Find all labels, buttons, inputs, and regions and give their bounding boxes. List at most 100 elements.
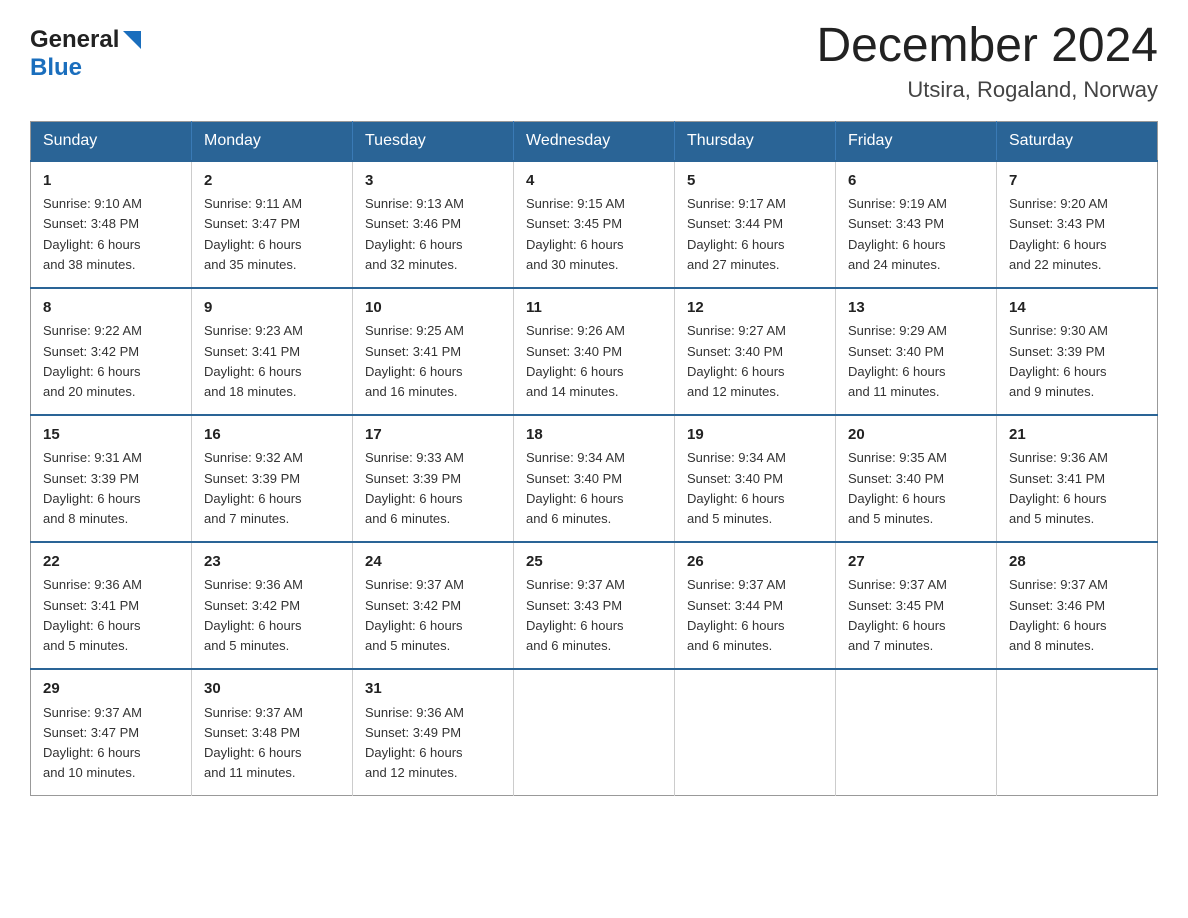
day-number: 1: [43, 170, 179, 193]
calendar-cell: 7Sunrise: 9:20 AMSunset: 3:43 PMDaylight…: [997, 161, 1158, 288]
calendar-header-row: SundayMondayTuesdayWednesdayThursdayFrid…: [31, 121, 1158, 161]
day-info: Sunrise: 9:10 AMSunset: 3:48 PMDaylight:…: [43, 194, 179, 275]
day-info: Sunrise: 9:37 AMSunset: 3:45 PMDaylight:…: [848, 575, 984, 656]
day-number: 25: [526, 551, 662, 574]
day-info: Sunrise: 9:37 AMSunset: 3:46 PMDaylight:…: [1009, 575, 1145, 656]
day-header-wednesday: Wednesday: [514, 121, 675, 161]
day-info: Sunrise: 9:34 AMSunset: 3:40 PMDaylight:…: [687, 448, 823, 529]
day-info: Sunrise: 9:20 AMSunset: 3:43 PMDaylight:…: [1009, 194, 1145, 275]
day-info: Sunrise: 9:25 AMSunset: 3:41 PMDaylight:…: [365, 321, 501, 402]
day-number: 7: [1009, 170, 1145, 193]
calendar-week-row: 29Sunrise: 9:37 AMSunset: 3:47 PMDayligh…: [31, 669, 1158, 796]
day-info: Sunrise: 9:37 AMSunset: 3:42 PMDaylight:…: [365, 575, 501, 656]
calendar-cell: 20Sunrise: 9:35 AMSunset: 3:40 PMDayligh…: [836, 415, 997, 542]
day-header-sunday: Sunday: [31, 121, 192, 161]
day-number: 8: [43, 297, 179, 320]
day-number: 12: [687, 297, 823, 320]
calendar-cell: 12Sunrise: 9:27 AMSunset: 3:40 PMDayligh…: [675, 288, 836, 415]
day-header-monday: Monday: [192, 121, 353, 161]
calendar-cell: 28Sunrise: 9:37 AMSunset: 3:46 PMDayligh…: [997, 542, 1158, 669]
day-info: Sunrise: 9:29 AMSunset: 3:40 PMDaylight:…: [848, 321, 984, 402]
day-number: 15: [43, 424, 179, 447]
day-info: Sunrise: 9:27 AMSunset: 3:40 PMDaylight:…: [687, 321, 823, 402]
day-info: Sunrise: 9:15 AMSunset: 3:45 PMDaylight:…: [526, 194, 662, 275]
day-number: 14: [1009, 297, 1145, 320]
day-number: 6: [848, 170, 984, 193]
day-info: Sunrise: 9:35 AMSunset: 3:40 PMDaylight:…: [848, 448, 984, 529]
day-info: Sunrise: 9:11 AMSunset: 3:47 PMDaylight:…: [204, 194, 340, 275]
day-number: 18: [526, 424, 662, 447]
day-info: Sunrise: 9:36 AMSunset: 3:42 PMDaylight:…: [204, 575, 340, 656]
day-number: 24: [365, 551, 501, 574]
calendar-cell: 4Sunrise: 9:15 AMSunset: 3:45 PMDaylight…: [514, 161, 675, 288]
calendar-cell: 10Sunrise: 9:25 AMSunset: 3:41 PMDayligh…: [353, 288, 514, 415]
day-number: 22: [43, 551, 179, 574]
day-number: 13: [848, 297, 984, 320]
day-number: 19: [687, 424, 823, 447]
calendar-cell: 25Sunrise: 9:37 AMSunset: 3:43 PMDayligh…: [514, 542, 675, 669]
day-info: Sunrise: 9:23 AMSunset: 3:41 PMDaylight:…: [204, 321, 340, 402]
calendar-cell: 21Sunrise: 9:36 AMSunset: 3:41 PMDayligh…: [997, 415, 1158, 542]
day-number: 23: [204, 551, 340, 574]
calendar-cell: [514, 669, 675, 796]
calendar-week-row: 22Sunrise: 9:36 AMSunset: 3:41 PMDayligh…: [31, 542, 1158, 669]
month-title: December 2024: [816, 20, 1158, 73]
calendar-cell: 31Sunrise: 9:36 AMSunset: 3:49 PMDayligh…: [353, 669, 514, 796]
logo: General Blue: [30, 20, 143, 82]
calendar-cell: [675, 669, 836, 796]
day-info: Sunrise: 9:37 AMSunset: 3:48 PMDaylight:…: [204, 703, 340, 784]
calendar-cell: 19Sunrise: 9:34 AMSunset: 3:40 PMDayligh…: [675, 415, 836, 542]
page-header: General Blue December 2024 Utsira, Rogal…: [30, 20, 1158, 103]
day-number: 27: [848, 551, 984, 574]
day-number: 11: [526, 297, 662, 320]
calendar-cell: 27Sunrise: 9:37 AMSunset: 3:45 PMDayligh…: [836, 542, 997, 669]
day-header-thursday: Thursday: [675, 121, 836, 161]
location-title: Utsira, Rogaland, Norway: [816, 77, 1158, 103]
day-number: 5: [687, 170, 823, 193]
calendar-cell: 15Sunrise: 9:31 AMSunset: 3:39 PMDayligh…: [31, 415, 192, 542]
calendar-cell: 8Sunrise: 9:22 AMSunset: 3:42 PMDaylight…: [31, 288, 192, 415]
day-header-saturday: Saturday: [997, 121, 1158, 161]
calendar-cell: 23Sunrise: 9:36 AMSunset: 3:42 PMDayligh…: [192, 542, 353, 669]
day-number: 4: [526, 170, 662, 193]
calendar-week-row: 8Sunrise: 9:22 AMSunset: 3:42 PMDaylight…: [31, 288, 1158, 415]
calendar-cell: 6Sunrise: 9:19 AMSunset: 3:43 PMDaylight…: [836, 161, 997, 288]
calendar-cell: 29Sunrise: 9:37 AMSunset: 3:47 PMDayligh…: [31, 669, 192, 796]
calendar-cell: 14Sunrise: 9:30 AMSunset: 3:39 PMDayligh…: [997, 288, 1158, 415]
day-info: Sunrise: 9:34 AMSunset: 3:40 PMDaylight:…: [526, 448, 662, 529]
day-info: Sunrise: 9:17 AMSunset: 3:44 PMDaylight:…: [687, 194, 823, 275]
calendar-cell: [997, 669, 1158, 796]
logo-blue: Blue: [30, 54, 82, 81]
day-info: Sunrise: 9:37 AMSunset: 3:43 PMDaylight:…: [526, 575, 662, 656]
day-number: 28: [1009, 551, 1145, 574]
day-header-tuesday: Tuesday: [353, 121, 514, 161]
day-info: Sunrise: 9:31 AMSunset: 3:39 PMDaylight:…: [43, 448, 179, 529]
day-info: Sunrise: 9:22 AMSunset: 3:42 PMDaylight:…: [43, 321, 179, 402]
day-number: 31: [365, 678, 501, 701]
calendar-cell: 9Sunrise: 9:23 AMSunset: 3:41 PMDaylight…: [192, 288, 353, 415]
day-info: Sunrise: 9:26 AMSunset: 3:40 PMDaylight:…: [526, 321, 662, 402]
calendar-cell: 17Sunrise: 9:33 AMSunset: 3:39 PMDayligh…: [353, 415, 514, 542]
day-number: 20: [848, 424, 984, 447]
logo-triangle-icon: [121, 29, 143, 51]
day-number: 29: [43, 678, 179, 701]
day-info: Sunrise: 9:37 AMSunset: 3:47 PMDaylight:…: [43, 703, 179, 784]
day-header-friday: Friday: [836, 121, 997, 161]
day-number: 2: [204, 170, 340, 193]
calendar-cell: 24Sunrise: 9:37 AMSunset: 3:42 PMDayligh…: [353, 542, 514, 669]
calendar-cell: 18Sunrise: 9:34 AMSunset: 3:40 PMDayligh…: [514, 415, 675, 542]
calendar-cell: 16Sunrise: 9:32 AMSunset: 3:39 PMDayligh…: [192, 415, 353, 542]
calendar-cell: 30Sunrise: 9:37 AMSunset: 3:48 PMDayligh…: [192, 669, 353, 796]
calendar-week-row: 1Sunrise: 9:10 AMSunset: 3:48 PMDaylight…: [31, 161, 1158, 288]
day-number: 21: [1009, 424, 1145, 447]
calendar-cell: [836, 669, 997, 796]
day-info: Sunrise: 9:36 AMSunset: 3:41 PMDaylight:…: [1009, 448, 1145, 529]
day-number: 9: [204, 297, 340, 320]
logo-general: General: [30, 26, 119, 54]
calendar-cell: 2Sunrise: 9:11 AMSunset: 3:47 PMDaylight…: [192, 161, 353, 288]
calendar-table: SundayMondayTuesdayWednesdayThursdayFrid…: [30, 121, 1158, 796]
calendar-cell: 3Sunrise: 9:13 AMSunset: 3:46 PMDaylight…: [353, 161, 514, 288]
day-number: 10: [365, 297, 501, 320]
calendar-cell: 22Sunrise: 9:36 AMSunset: 3:41 PMDayligh…: [31, 542, 192, 669]
day-number: 17: [365, 424, 501, 447]
